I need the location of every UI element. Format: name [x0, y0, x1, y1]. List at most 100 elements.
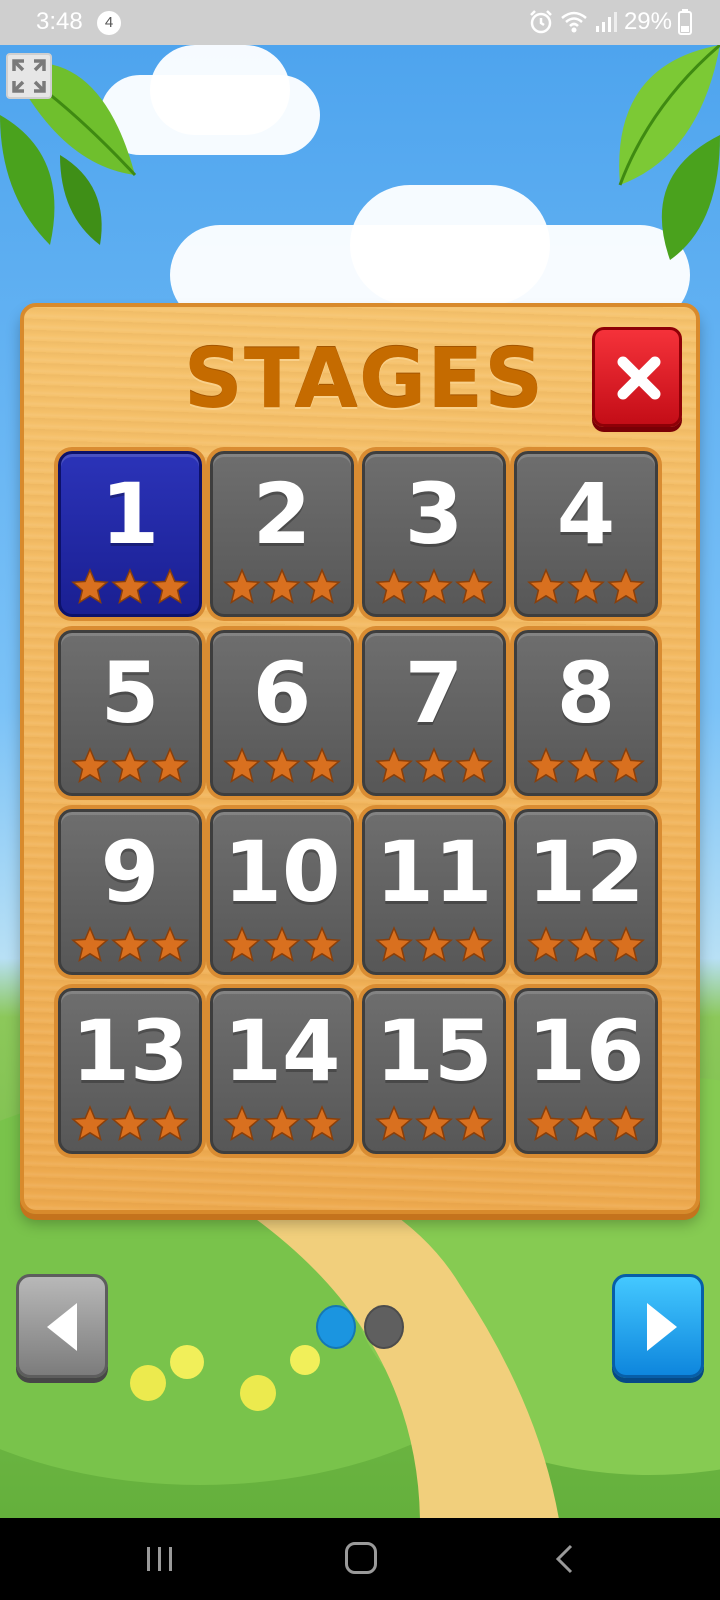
- stages-panel: STAGES 1 2 3 4 5 6 7 8 9 10 11 12 13 14 15 16: [20, 303, 700, 1214]
- battery-icon: [678, 9, 692, 35]
- star-icon: [223, 926, 261, 963]
- stage-button-5[interactable]: 5: [58, 630, 202, 796]
- alarm-icon: [530, 10, 552, 34]
- star-icon: [375, 747, 413, 784]
- stage-button-10[interactable]: 10: [210, 809, 354, 975]
- stage-grid: 1 2 3 4 5 6 7 8 9 10 11 12 13 14 15 16: [58, 451, 670, 1171]
- stage-number: 11: [375, 823, 493, 921]
- status-bar: 3:48 4 29%: [0, 0, 720, 45]
- stage-button-9[interactable]: 9: [58, 809, 202, 975]
- stage-button-4[interactable]: 4: [514, 451, 658, 617]
- stage-button-6[interactable]: 6: [210, 630, 354, 796]
- star-icon: [71, 1105, 109, 1142]
- star-icon: [263, 747, 301, 784]
- stage-button-15[interactable]: 15: [362, 988, 506, 1154]
- star-icon: [455, 926, 493, 963]
- star-icon: [527, 747, 565, 784]
- fullscreen-button[interactable]: [6, 53, 52, 99]
- stage-stars: [365, 747, 503, 785]
- stage-stars: [365, 1105, 503, 1143]
- stage-number: 15: [375, 1002, 493, 1100]
- left-arrow-icon: [47, 1303, 77, 1351]
- back-icon[interactable]: [553, 1543, 577, 1575]
- star-icon: [567, 568, 605, 605]
- star-icon: [567, 747, 605, 784]
- star-icon: [527, 1105, 565, 1142]
- star-icon: [415, 747, 453, 784]
- star-icon: [303, 1105, 341, 1142]
- home-icon[interactable]: [345, 1542, 377, 1574]
- stage-number: 3: [404, 465, 464, 563]
- close-button[interactable]: [592, 327, 682, 427]
- stage-number: 2: [252, 465, 312, 563]
- fullscreen-icon: [12, 59, 46, 93]
- star-icon: [263, 568, 301, 605]
- star-icon: [303, 747, 341, 784]
- star-icon: [111, 926, 149, 963]
- stage-stars: [517, 926, 655, 964]
- stage-stars: [517, 1105, 655, 1143]
- stage-stars: [61, 747, 199, 785]
- cloud: [350, 185, 550, 305]
- status-time: 3:48: [36, 8, 83, 35]
- stage-button-3[interactable]: 3: [362, 451, 506, 617]
- star-icon: [71, 747, 109, 784]
- stage-button-14[interactable]: 14: [210, 988, 354, 1154]
- stage-button-2[interactable]: 2: [210, 451, 354, 617]
- star-icon: [223, 747, 261, 784]
- star-icon: [415, 926, 453, 963]
- stage-button-7[interactable]: 7: [362, 630, 506, 796]
- cloud: [150, 45, 290, 135]
- stage-number: 9: [100, 823, 160, 921]
- stage-number: 4: [556, 465, 616, 563]
- next-page-button[interactable]: [612, 1274, 704, 1378]
- stage-number: 1: [100, 465, 160, 563]
- star-icon: [111, 568, 149, 605]
- star-icon: [71, 926, 109, 963]
- star-icon: [607, 1105, 645, 1142]
- star-icon: [567, 926, 605, 963]
- wifi-icon: [561, 11, 587, 33]
- star-icon: [607, 568, 645, 605]
- recent-apps-icon[interactable]: [145, 1544, 175, 1574]
- star-icon: [607, 747, 645, 784]
- star-icon: [151, 1105, 189, 1142]
- star-icon: [151, 747, 189, 784]
- stage-button-12[interactable]: 12: [514, 809, 658, 975]
- close-icon: [617, 356, 661, 400]
- notification-count-badge: 4: [97, 11, 121, 35]
- star-icon: [567, 1105, 605, 1142]
- star-icon: [111, 747, 149, 784]
- page-indicator-dot: [316, 1305, 356, 1349]
- star-icon: [223, 568, 261, 605]
- stage-button-8[interactable]: 8: [514, 630, 658, 796]
- stage-stars: [365, 568, 503, 606]
- stage-stars: [213, 1105, 351, 1143]
- star-icon: [455, 1105, 493, 1142]
- stage-stars: [213, 926, 351, 964]
- battery-level: 29%: [623, 8, 672, 35]
- star-icon: [527, 568, 565, 605]
- stage-button-11[interactable]: 11: [362, 809, 506, 975]
- stage-number: 12: [527, 823, 645, 921]
- star-icon: [527, 926, 565, 963]
- stage-button-1[interactable]: 1: [58, 451, 202, 617]
- flowers-decoration: [110, 1345, 330, 1435]
- stage-stars: [365, 926, 503, 964]
- stage-number: 16: [527, 1002, 645, 1100]
- star-icon: [375, 568, 413, 605]
- stage-stars: [213, 747, 351, 785]
- star-icon: [375, 926, 413, 963]
- stage-number: 8: [556, 644, 616, 742]
- leaves-decoration: [618, 45, 720, 260]
- stage-button-13[interactable]: 13: [58, 988, 202, 1154]
- stage-button-16[interactable]: 16: [514, 988, 658, 1154]
- stage-number: 14: [223, 1002, 341, 1100]
- page-indicator-dot: [364, 1305, 404, 1349]
- star-icon: [415, 568, 453, 605]
- status-icons: 29%: [528, 6, 692, 38]
- previous-page-button[interactable]: [16, 1274, 108, 1378]
- stage-number: 6: [252, 644, 312, 742]
- star-icon: [303, 926, 341, 963]
- stage-number: 7: [404, 644, 464, 742]
